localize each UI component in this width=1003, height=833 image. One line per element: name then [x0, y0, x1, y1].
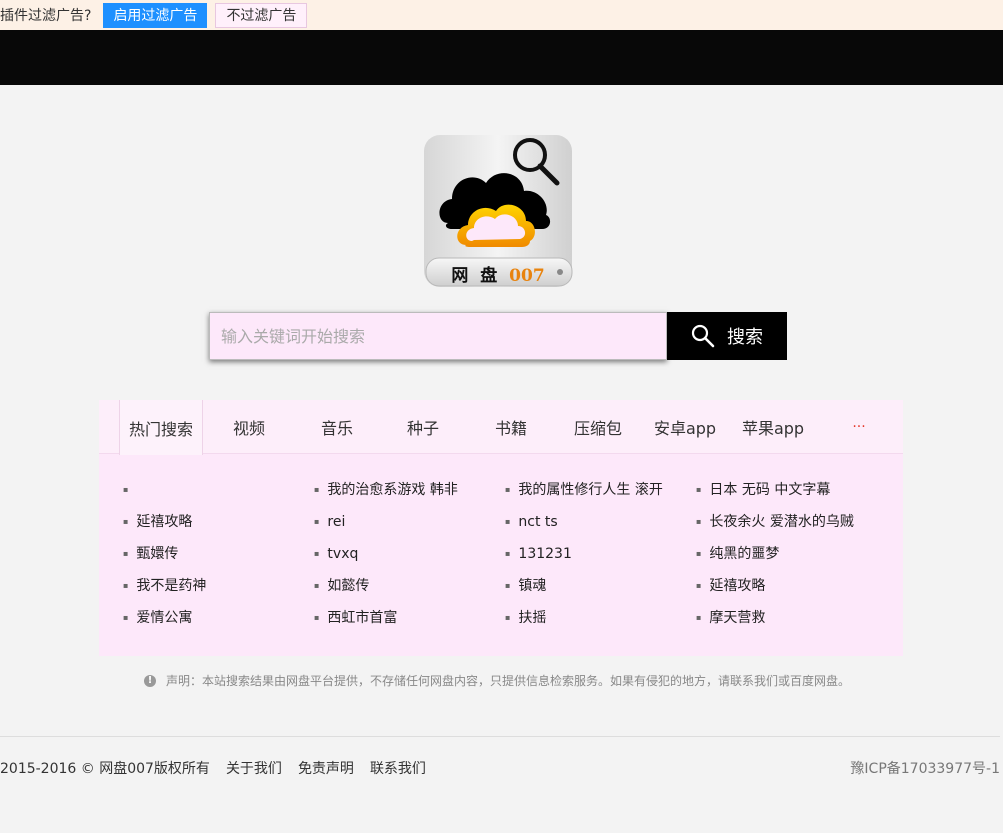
plugin-question: 插件过滤广告? [0, 8, 92, 24]
hot-search-item[interactable]: 延禧攻略 [123, 506, 313, 538]
footer-divider [0, 736, 1000, 737]
tab-hot-search[interactable]: 热门搜索 [119, 400, 203, 455]
hot-search-item[interactable]: 扶摇 [505, 602, 695, 634]
about-us-link[interactable]: 关于我们 [226, 758, 282, 778]
icp-record[interactable]: 豫ICP备17033977号-1 [850, 758, 1000, 778]
hot-search-item[interactable]: 镇魂 [505, 570, 695, 602]
disclaimer-notice: ! 声明：本站搜索结果由网盘平台提供，不存储任何网盘内容，只提供信息检索服务。如… [144, 672, 850, 689]
hot-search-item[interactable]: nct ts [505, 506, 695, 538]
tab-apple-app[interactable]: 苹果app [732, 400, 814, 454]
tab-torrent[interactable]: 种子 [383, 400, 463, 454]
hot-search-item[interactable]: 日本 无码 中文字幕 [696, 474, 886, 506]
hot-search-panel: 热门搜索 视频 音乐 种子 书籍 压缩包 安卓app 苹果app ··· 延禧攻… [99, 400, 903, 656]
contact-us-link[interactable]: 联系我们 [370, 758, 426, 778]
category-tabs: 热门搜索 视频 音乐 种子 书籍 压缩包 安卓app 苹果app ··· [99, 400, 903, 455]
hot-search-item[interactable]: 我的属性修行人生 滚开 [505, 474, 695, 506]
disclaimer-link[interactable]: 免责声明 [298, 758, 354, 778]
hot-column-2: 我的治愈系游戏 韩非 rei tvxq 如懿传 西虹市首富 [314, 474, 504, 634]
search-icon [691, 324, 715, 348]
logo-number: 007 [509, 266, 545, 286]
tab-books[interactable]: 书籍 [471, 400, 551, 454]
top-nav-bar [0, 30, 1003, 85]
hot-search-item[interactable]: 长夜余火 爱潜水的乌贼 [696, 506, 886, 538]
tab-music[interactable]: 音乐 [297, 400, 377, 454]
search-button[interactable]: 搜索 [667, 312, 787, 360]
disable-ad-filter-button[interactable]: 不过滤广告 [215, 2, 308, 28]
hot-column-3: 我的属性修行人生 滚开 nct ts 131231 镇魂 扶摇 [505, 474, 695, 634]
tab-more[interactable]: ··· [839, 400, 879, 454]
hot-column-4: 日本 无码 中文字幕 长夜余火 爱潜水的乌贼 纯黑的噩梦 延禧攻略 摩天营救 [696, 474, 886, 634]
search-input[interactable] [209, 312, 667, 360]
site-logo[interactable]: 网 盘 007 [418, 133, 578, 291]
hot-search-item[interactable]: 131231 [505, 538, 695, 570]
footer: 2015-2016 © 网盘007版权所有 关于我们 免责声明 联系我们 豫IC… [0, 758, 1003, 778]
tab-android-app[interactable]: 安卓app [644, 400, 726, 454]
hot-search-item[interactable]: 西虹市首富 [314, 602, 504, 634]
info-icon: ! [144, 674, 156, 687]
hot-search-item[interactable] [123, 474, 313, 506]
hot-search-item[interactable]: 摩天营救 [696, 602, 886, 634]
hot-column-1: 延禧攻略 甄嬛传 我不是药神 爱情公寓 [123, 474, 313, 634]
hot-search-item[interactable]: 我不是药神 [123, 570, 313, 602]
disclaimer-text: 声明：本站搜索结果由网盘平台提供，不存储任何网盘内容，只提供信息检索服务。如果有… [166, 674, 851, 688]
hot-search-item[interactable]: 甄嬛传 [123, 538, 313, 570]
logo-name: 网 盘 [451, 266, 501, 286]
hot-search-item[interactable]: 爱情公寓 [123, 602, 313, 634]
tab-video[interactable]: 视频 [209, 400, 289, 454]
hot-search-item[interactable]: 如懿传 [314, 570, 504, 602]
hot-search-item[interactable]: 纯黑的噩梦 [696, 538, 886, 570]
search-button-label: 搜索 [727, 327, 763, 348]
tab-archives[interactable]: 压缩包 [558, 400, 638, 454]
hot-search-item[interactable]: 我的治愈系游戏 韩非 [314, 474, 504, 506]
plugin-ad-filter-bar: 插件过滤广告? 启用过滤广告 不过滤广告 [0, 0, 1003, 30]
hot-search-item[interactable]: 延禧攻略 [696, 570, 886, 602]
logo-text: 网 盘 007 [418, 261, 578, 286]
hot-search-item[interactable]: tvxq [314, 538, 504, 570]
copyright-text: 2015-2016 © 网盘007版权所有 [0, 761, 210, 777]
hot-search-item[interactable]: rei [314, 506, 504, 538]
enable-ad-filter-button[interactable]: 启用过滤广告 [103, 2, 208, 28]
